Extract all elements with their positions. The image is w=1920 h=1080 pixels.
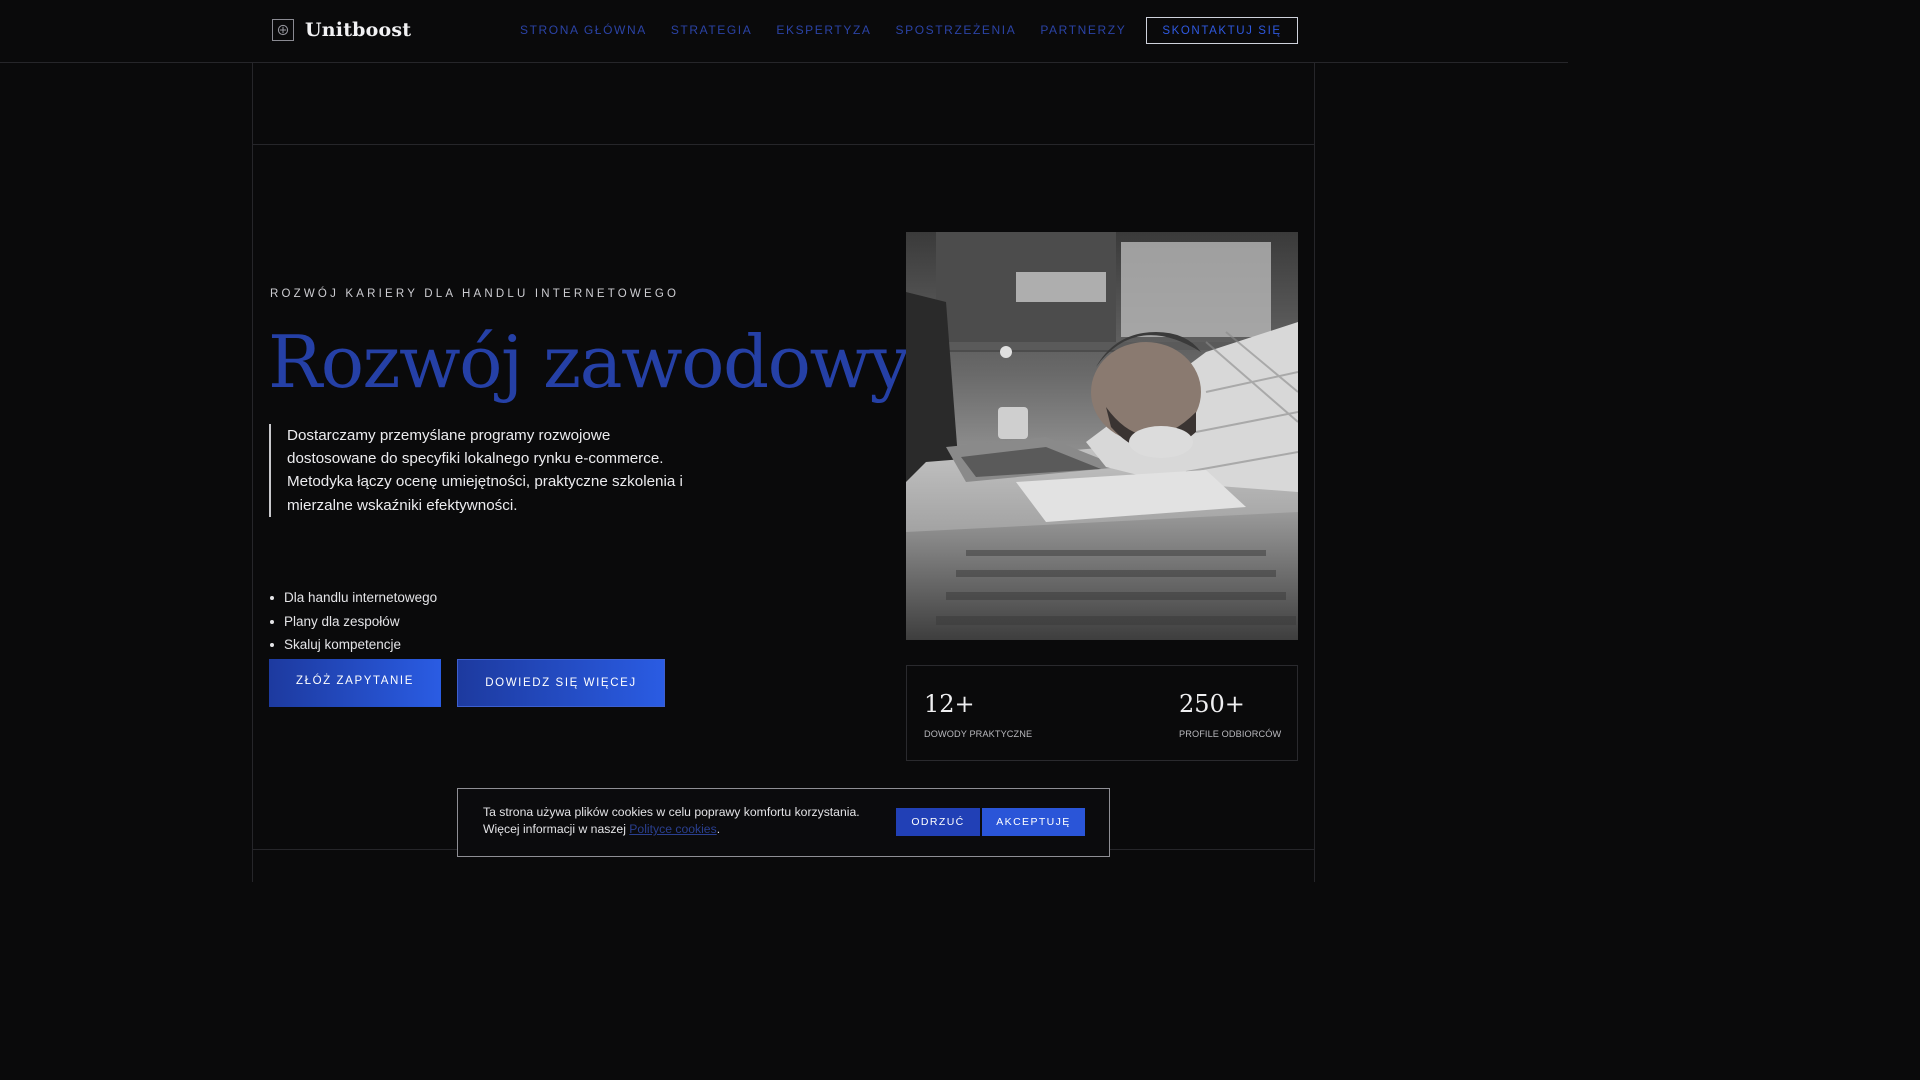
contact-button[interactable]: SKONTAKTUJ SIĘ — [1146, 17, 1298, 44]
hero-lead: Dostarczamy przemyślane programy rozwojo… — [269, 424, 687, 517]
submit-inquiry-button[interactable]: ZŁÓŻ ZAPYTANIE — [269, 659, 441, 707]
list-item: Plany dla zespołów — [270, 610, 437, 634]
nav-item-partners[interactable]: PARTNERZY — [1040, 23, 1126, 37]
top-navigation-bar: Unitboost STRONA GŁÓWNA STRATEGIA EKSPER… — [0, 0, 1568, 63]
nav-item-home[interactable]: STRONA GŁÓWNA — [520, 23, 647, 37]
plus-circle-icon — [272, 19, 294, 41]
page-title: Rozwój zawodowy — [268, 320, 910, 404]
brand-logo[interactable]: Unitboost — [272, 19, 411, 41]
learn-more-button[interactable]: DOWIEDZ SIĘ WIĘCEJ — [457, 659, 665, 707]
stat-label: DOWODY PRAKTYCZNE — [924, 729, 1033, 739]
nav-item-strategy[interactable]: STRATEGIA — [671, 23, 753, 37]
stat-item: 250+ PROFILE ODBIORCÓW — [1179, 688, 1281, 739]
feature-list: Dla handlu internetowego Plany dla zespo… — [270, 586, 437, 657]
cookie-message: Ta strona używa plików cookies w celu po… — [483, 804, 893, 838]
hero-eyebrow: ROZWÓJ KARIERY DLA HANDLU INTERNETOWEGO — [270, 288, 680, 300]
nav-item-insights[interactable]: SPOSTRZEŻENIA — [896, 23, 1017, 37]
cookie-policy-link[interactable]: Polityce cookies — [629, 822, 716, 836]
frame-divider-left — [252, 62, 253, 882]
nav-item-expertise[interactable]: EKSPERTYZA — [776, 23, 871, 37]
frame-divider-right — [1314, 62, 1315, 882]
section-divider-top — [252, 144, 1315, 145]
accept-cookies-button[interactable]: AKCEPTUJĘ — [982, 808, 1085, 836]
stat-value: 250+ — [1179, 690, 1245, 718]
brand-name: Unitboost — [305, 19, 412, 41]
cookie-banner: Ta strona używa plików cookies w celu po… — [457, 788, 1110, 857]
main-nav: STRONA GŁÓWNA STRATEGIA EKSPERTYZA SPOST… — [520, 23, 1150, 37]
stat-item: 12+ DOWODY PRAKTYCZNE — [924, 688, 1032, 739]
list-item: Dla handlu internetowego — [270, 586, 437, 610]
stat-label: PROFILE ODBIORCÓW — [1179, 729, 1282, 739]
reject-cookies-button[interactable]: ODRZUĆ — [896, 808, 980, 836]
list-item: Skaluj kompetencje — [270, 633, 437, 657]
stat-value: 12+ — [924, 690, 975, 718]
hero-photo — [906, 232, 1298, 640]
cookie-text-end: . — [716, 822, 721, 836]
stats-panel: 12+ DOWODY PRAKTYCZNE 250+ PROFILE ODBIO… — [906, 665, 1298, 761]
